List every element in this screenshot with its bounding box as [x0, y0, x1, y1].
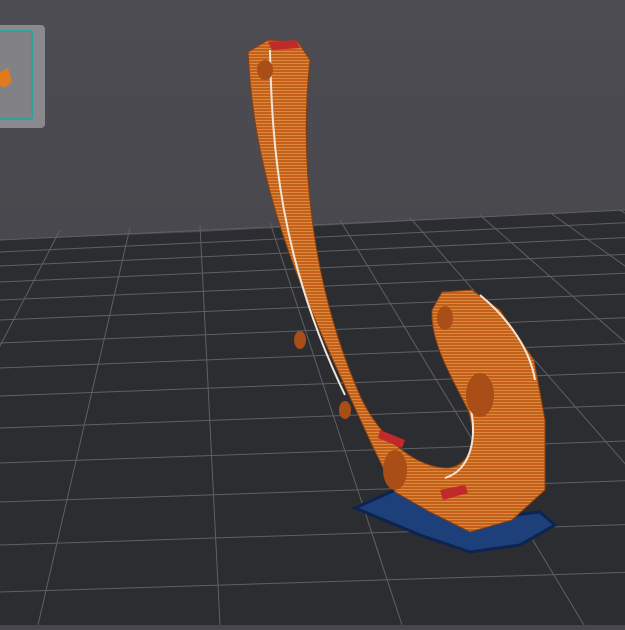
model-thumbnail-icon: [0, 30, 33, 120]
hole: [339, 401, 351, 419]
scene[interactable]: [0, 0, 625, 626]
hole: [383, 450, 407, 490]
3d-viewport[interactable]: [0, 0, 625, 626]
hole: [437, 306, 453, 330]
hole: [294, 331, 306, 349]
hole: [257, 60, 273, 80]
model-thumbnail[interactable]: [0, 25, 45, 128]
hole: [466, 373, 494, 417]
